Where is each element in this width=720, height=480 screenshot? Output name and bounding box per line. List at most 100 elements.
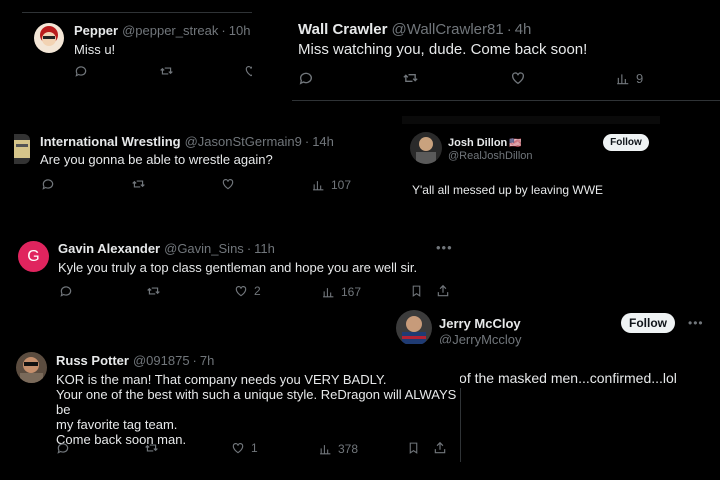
share-icon (434, 441, 446, 454)
views-count: 107 (331, 178, 352, 192)
avatar-image (40, 26, 58, 46)
retweet-button[interactable] (131, 177, 146, 191)
views-button[interactable]: 167 (322, 285, 361, 299)
tweet-text: Miss u! (74, 42, 116, 57)
reply-icon (75, 66, 87, 77)
retweet-icon (403, 74, 418, 82)
retweet-button[interactable] (146, 284, 161, 298)
reply-icon (42, 179, 54, 190)
avatar[interactable] (14, 134, 30, 164)
tweet-josh-dillon[interactable]: Josh Dillon 🇺🇸 @RealJoshDillon Follow Y'… (402, 116, 660, 224)
views-icon (320, 444, 331, 454)
avatar[interactable] (396, 310, 432, 346)
like-count: 2 (254, 284, 261, 298)
reply-button[interactable] (298, 70, 314, 86)
separator: · (221, 23, 226, 38)
display-name[interactable]: Gavin Alexander (58, 241, 160, 256)
avatar[interactable] (16, 352, 47, 383)
bookmark-button[interactable] (410, 284, 423, 298)
share-icon (437, 284, 449, 297)
follow-button[interactable]: Follow (621, 313, 675, 333)
reply-button[interactable] (59, 284, 73, 298)
tweet-header: Pepper @pepper_streak · 10h (74, 23, 250, 38)
like-button[interactable] (244, 64, 252, 78)
avatar[interactable] (410, 132, 442, 164)
views-button[interactable]: 9 (616, 71, 643, 86)
tweet-gavin-alexander[interactable]: G Gavin Alexander @Gavin_Sins · 11h ••• … (8, 230, 462, 308)
avatar-image (416, 137, 436, 164)
reply-icon (299, 72, 312, 85)
share-button[interactable] (433, 441, 447, 455)
more-options-button[interactable]: ••• (688, 316, 704, 330)
divider (460, 388, 461, 462)
heart-icon (235, 286, 247, 297)
crop-edge (402, 116, 660, 124)
follow-button[interactable]: Follow (603, 134, 649, 151)
tweet-russ-potter[interactable]: Russ Potter @091875 · 7h KOR is the man!… (6, 344, 460, 472)
like-count: 1 (251, 441, 258, 455)
views-icon (323, 287, 334, 297)
like-button[interactable]: 1 (231, 441, 258, 455)
avatar-initial: G (27, 247, 40, 265)
retweet-button[interactable] (144, 441, 159, 455)
display-name[interactable]: Wall Crawler (298, 21, 387, 38)
tweet-text: Miss watching you, dude. Come back soon! (298, 41, 588, 58)
display-name[interactable]: Russ Potter (56, 353, 129, 368)
reply-icon (57, 443, 69, 454)
more-options-button[interactable]: ••• (436, 240, 453, 255)
avatar-image (402, 316, 426, 346)
handle[interactable]: @WallCrawler81 (391, 21, 503, 38)
reply-icon (60, 286, 72, 297)
tweet-header: Russ Potter @091875 · 7h (56, 353, 214, 368)
views-button[interactable]: 107 (312, 178, 351, 192)
display-name[interactable]: Josh Dillon (448, 137, 507, 149)
timestamp[interactable]: 7h (200, 353, 214, 368)
reply-button[interactable] (41, 177, 55, 191)
tweet-header: Josh Dillon 🇺🇸 (448, 137, 522, 149)
timestamp[interactable]: 4h (515, 21, 532, 38)
bookmark-button[interactable] (407, 441, 420, 455)
tweet-line: Your one of the best with such a unique … (56, 387, 457, 417)
divider (292, 100, 720, 101)
heart-icon (245, 66, 252, 77)
retweet-button[interactable] (159, 64, 174, 78)
tweet-text: Are you gonna be able to wrestle again? (40, 152, 273, 167)
like-button[interactable]: 2 (234, 284, 261, 298)
views-icon (313, 180, 324, 190)
timestamp[interactable]: 11h (254, 241, 275, 256)
handle[interactable]: @pepper_streak (122, 23, 218, 38)
tweet-text: KOR is the man! That company needs you V… (56, 372, 460, 447)
display-name[interactable]: Jerry McCloy (439, 316, 521, 331)
avatar[interactable]: G (18, 241, 49, 272)
handle[interactable]: @RealJoshDillon (448, 150, 533, 162)
views-count: 167 (341, 285, 362, 299)
retweet-icon (145, 444, 158, 452)
like-button[interactable] (221, 177, 235, 191)
views-count: 9 (636, 71, 644, 86)
timestamp[interactable]: 10h (229, 23, 251, 38)
display-name[interactable]: International Wrestling (40, 134, 181, 149)
retweet-button[interactable] (402, 70, 419, 86)
avatar-image (20, 357, 43, 383)
display-name[interactable]: Pepper (74, 23, 118, 38)
share-button[interactable] (436, 284, 450, 298)
reply-button[interactable] (74, 64, 88, 78)
separator: · (246, 241, 252, 256)
avatar[interactable] (34, 23, 64, 53)
views-button[interactable]: 378 (319, 442, 358, 456)
handle[interactable]: @091875 (133, 353, 190, 368)
timestamp[interactable]: 14h (312, 134, 334, 149)
bookmark-icon (409, 442, 418, 454)
tweet-line: KOR is the man! That company needs you V… (56, 372, 387, 387)
handle[interactable]: @Gavin_Sins (164, 241, 244, 256)
handle[interactable]: @JasonStGermain9 (185, 134, 302, 149)
bookmark-icon (412, 285, 421, 297)
heart-icon (222, 179, 234, 190)
tweet-wall-crawler[interactable]: Wall Crawler @WallCrawler81 · 4h Miss wa… (292, 12, 720, 102)
tweet-header: Jerry McCloy (439, 316, 521, 331)
like-button[interactable] (510, 70, 526, 86)
reply-button[interactable] (56, 441, 70, 455)
tweet-pepper[interactable]: Pepper @pepper_streak · 10h Miss u! (22, 12, 252, 100)
separator: · (192, 353, 197, 368)
tweet-international-wrestling[interactable]: International Wrestling @JasonStGermain9… (14, 126, 406, 210)
